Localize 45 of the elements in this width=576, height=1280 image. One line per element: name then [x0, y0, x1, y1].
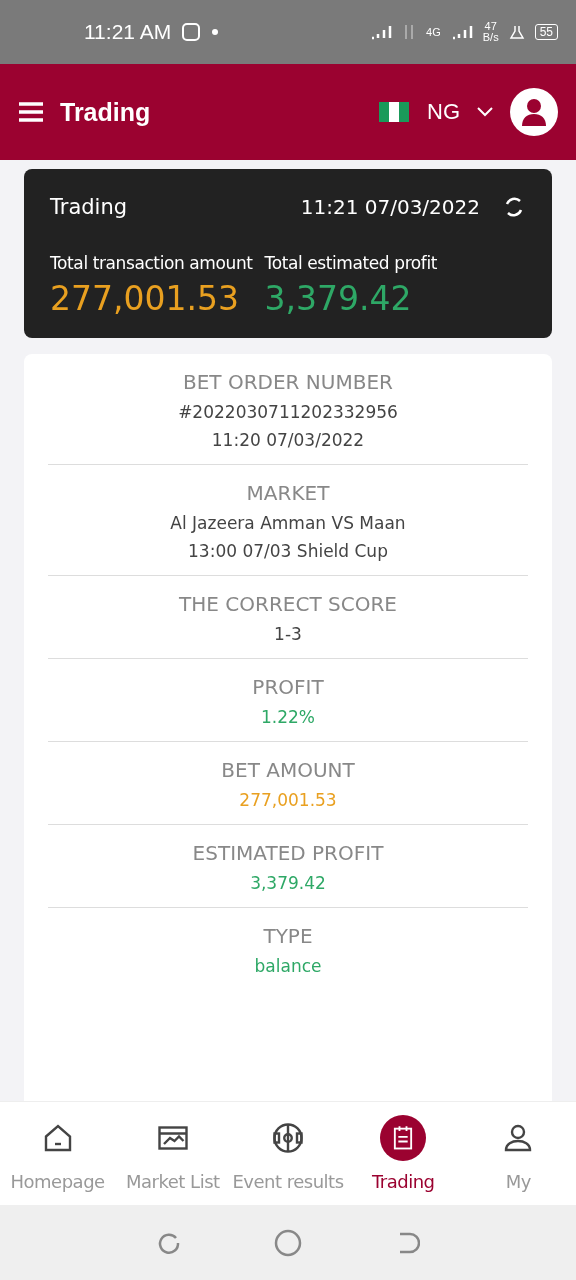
network-type: 4G: [426, 26, 441, 38]
nav-tab[interactable]: Homepage: [0, 1102, 116, 1205]
speed-unit: B/s: [482, 32, 499, 43]
detail-value: #2022030711202332956: [178, 402, 398, 422]
signal-icon: [370, 24, 393, 40]
stat-value: 277,001.53: [50, 279, 240, 318]
detail-value: 11:20 07/03/2022: [211, 430, 365, 450]
detail-value: 13:00 07/03 Shield Cup: [188, 541, 388, 561]
stat-label: Total transaction amount: [50, 253, 253, 273]
summary-datetime: 11:21 07/03/2022: [300, 195, 480, 219]
speed-value: 47: [484, 21, 497, 32]
avatar[interactable]: [510, 88, 558, 136]
nav-tab[interactable]: Event results: [230, 1102, 346, 1205]
app-icon: [181, 22, 202, 42]
nav-tab[interactable]: Trading: [345, 1102, 461, 1205]
stat-value: 3,379.42: [264, 279, 413, 318]
nav-tab[interactable]: My: [460, 1102, 576, 1205]
menu-icon[interactable]: [18, 101, 44, 123]
flask-icon: [508, 24, 525, 40]
stat-label: Total estimated profit: [264, 253, 438, 273]
nav-tab[interactable]: Market List: [115, 1102, 231, 1205]
detail-value: 1.22%: [261, 707, 315, 727]
detail-value: Al Jazeera Amman VS Maan: [170, 513, 406, 533]
status-time: 11:21 AM: [84, 20, 172, 44]
detail-label: MARKET: [246, 481, 330, 505]
detail-label: PROFIT: [252, 675, 324, 699]
home-button-icon[interactable]: [274, 1228, 302, 1257]
signal-icon: [450, 24, 473, 40]
page-title: Trading: [60, 97, 151, 127]
summary-title: Trading: [50, 195, 129, 219]
detail-label: BET ORDER NUMBER: [183, 370, 393, 394]
battery-level: 55: [534, 24, 558, 40]
detail-value: 277,001.53: [239, 790, 337, 810]
detail-label: THE CORRECT SCORE: [179, 592, 397, 616]
detail-value: balance: [254, 956, 322, 976]
detail-value: 1-3: [274, 624, 302, 644]
field-icon: [270, 1120, 306, 1156]
dot-icon: [211, 28, 220, 36]
chevron-down-icon[interactable]: [476, 106, 494, 118]
flag-icon: [377, 102, 411, 122]
detail-label: TYPE: [263, 924, 313, 948]
detail-value: 3,379.42: [250, 873, 326, 893]
detail-label: ESTIMATED PROFIT: [192, 841, 384, 865]
country-selector[interactable]: NG: [427, 99, 460, 125]
detail-label: BET AMOUNT: [221, 758, 355, 782]
